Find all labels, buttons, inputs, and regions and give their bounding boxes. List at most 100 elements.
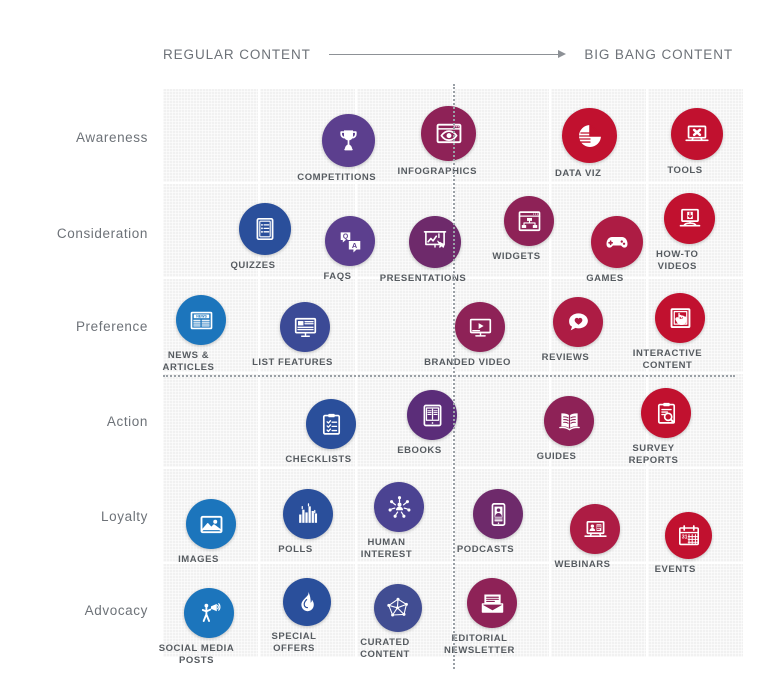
clipboard-check-icon	[306, 399, 356, 449]
content-tile-label: EVENTS	[654, 564, 696, 575]
content-tile-social-media-posts[interactable]: SOCIAL MEDIA POSTS	[159, 588, 234, 666]
click-frame-icon	[655, 293, 705, 343]
content-tile-label: GAMES	[586, 273, 624, 284]
newsletter-icon	[467, 578, 517, 628]
svg-text:NEWS: NEWS	[196, 314, 207, 318]
svg-text:A: A	[351, 240, 357, 249]
content-tile-list-features[interactable]: LIST FEATURES	[252, 302, 332, 369]
content-tile-label: DATA VIZ	[555, 168, 602, 179]
stage-label-awareness: Awareness	[76, 130, 148, 145]
stage-label-advocacy: Advocacy	[84, 603, 148, 618]
newspaper-icon: NEWS	[176, 295, 226, 345]
podcast-phone-icon	[473, 489, 523, 539]
content-tile-polls[interactable]: POLLS	[278, 489, 333, 556]
megaphone-person-icon	[184, 588, 234, 638]
content-tile-label: IMAGES	[178, 554, 219, 565]
content-tile-reviews[interactable]: REVIEWS	[542, 297, 603, 364]
widget-window-icon	[504, 196, 554, 246]
content-tile-label: WIDGETS	[492, 251, 541, 262]
content-tile-label: CURATED CONTENT	[360, 637, 410, 660]
content-tile-interactive-content[interactable]: INTERACTIVE CONTENT	[633, 293, 705, 371]
content-tile-news-articles[interactable]: NEWS NEWS & ARTICLES	[163, 295, 226, 373]
content-tile-podcasts[interactable]: PODCASTS	[457, 489, 523, 556]
content-tile-label: HUMAN INTEREST	[360, 537, 413, 560]
content-tile-survey-reports[interactable]: SURVEY REPORTS	[629, 388, 691, 466]
content-tile-human-interest[interactable]: HUMAN INTEREST	[361, 482, 424, 560]
svg-text:31: 31	[681, 534, 687, 540]
content-tile-guides[interactable]: GUIDES	[537, 396, 594, 463]
content-tile-ebooks[interactable]: EBOOKS	[397, 390, 457, 457]
stage-label-action: Action	[106, 414, 148, 429]
content-tile-data-viz[interactable]: DATA VIZ	[555, 108, 617, 180]
webinar-laptop-icon	[570, 504, 620, 554]
network-nodes-icon	[374, 584, 422, 632]
image-icon	[186, 499, 236, 549]
content-tile-label: TOOLS	[667, 165, 703, 176]
content-tile-webinars[interactable]: WEBINARS	[554, 504, 620, 571]
content-tile-label: HOW-TO VIDEOS	[655, 249, 699, 272]
human-network-icon	[374, 482, 424, 532]
content-tile-label: SURVEY REPORTS	[628, 443, 679, 466]
horizontal-divider	[163, 375, 735, 377]
content-tile-label: PODCASTS	[456, 544, 515, 555]
calendar-icon: 31	[665, 512, 712, 559]
content-tile-label: COMPETITIONS	[297, 172, 377, 183]
content-tile-special-offers[interactable]: SPECIAL OFFERS	[271, 578, 331, 654]
svg-text:Q: Q	[342, 233, 348, 240]
axis-left-label: REGULAR CONTENT	[163, 46, 311, 62]
survey-search-icon	[641, 388, 691, 438]
content-tile-widgets[interactable]: WIDGETS	[492, 196, 554, 263]
content-tile-faqs[interactable]: Q A FAQS	[323, 216, 375, 283]
content-tile-editorial-newsletter[interactable]: EDITORIAL NEWSLETTER	[444, 578, 517, 656]
laptop-tools-icon	[671, 108, 723, 160]
content-tile-label: PRESENTATIONS	[379, 273, 467, 284]
grid-cell-r6-c6	[648, 564, 743, 657]
play-video-icon	[455, 302, 505, 352]
grid-cell-r4-c1	[163, 374, 258, 467]
content-tile-quizzes[interactable]: QUIZZES	[230, 203, 291, 272]
content-spectrum-axis: REGULAR CONTENT BIG BANG CONTENT	[163, 43, 733, 65]
content-tile-label: SPECIAL OFFERS	[271, 631, 317, 654]
quiz-list-icon	[239, 203, 291, 255]
bar-poll-icon	[283, 489, 333, 539]
list-monitor-icon	[280, 302, 330, 352]
content-tile-branded-video[interactable]: BRANDED VIDEO	[424, 302, 510, 369]
content-tile-label: QUIZZES	[230, 260, 276, 271]
content-tile-competitions[interactable]: COMPETITIONS	[297, 114, 376, 184]
content-tile-events[interactable]: 31 EVENTS	[655, 512, 712, 576]
content-tile-label: EDITORIAL NEWSLETTER	[444, 633, 515, 656]
qa-bubbles-icon: QA	[325, 216, 375, 266]
content-tile-label: INFOGRAPHICS	[397, 166, 477, 177]
content-tile-tools[interactable]: TOOLS	[667, 108, 723, 177]
heart-bubble-icon	[553, 297, 603, 347]
content-tile-images[interactable]: IMAGES	[178, 499, 236, 566]
content-tile-label: WEBINARS	[554, 559, 611, 570]
stage-label-preference: Preference	[75, 319, 148, 334]
content-tile-label: POLLS	[278, 544, 313, 555]
ebook-tablet-icon	[407, 390, 457, 440]
content-tile-label: INTERACTIVE CONTENT	[632, 348, 703, 371]
content-tile-curated-content[interactable]: CURATED CONTENT	[360, 584, 422, 660]
content-tile-label: SOCIAL MEDIA POSTS	[158, 643, 235, 666]
content-tile-infographics[interactable]: INFOGRAPHICS	[398, 106, 476, 178]
stage-label-consideration: Consideration	[56, 226, 148, 241]
grid-cell-r1-c1	[163, 89, 258, 182]
content-tile-label: CHECKLISTS	[285, 454, 352, 465]
content-tile-how-to-videos[interactable]: HOW-TO VIDEOS	[656, 193, 715, 272]
how-to-video-icon	[664, 193, 715, 244]
content-tile-checklists[interactable]: CHECKLISTS	[285, 399, 356, 466]
trophy-icon	[322, 114, 375, 167]
grid-cell-r6-c5	[551, 564, 646, 657]
open-book-icon	[544, 396, 594, 446]
eye-screen-icon	[421, 106, 476, 161]
content-tile-label: GUIDES	[536, 451, 577, 462]
content-tile-label: REVIEWS	[541, 352, 590, 363]
arrow-right-icon	[328, 48, 567, 60]
content-tile-label: BRANDED VIDEO	[424, 357, 511, 368]
stage-label-loyalty: Loyalty	[101, 509, 148, 524]
flame-tag-icon	[283, 578, 331, 626]
pie-chart-icon	[562, 108, 617, 163]
content-tile-label: NEWS & ARTICLES	[162, 350, 215, 373]
axis-right-label: BIG BANG CONTENT	[584, 46, 733, 62]
content-tile-label: LIST FEATURES	[252, 357, 333, 368]
